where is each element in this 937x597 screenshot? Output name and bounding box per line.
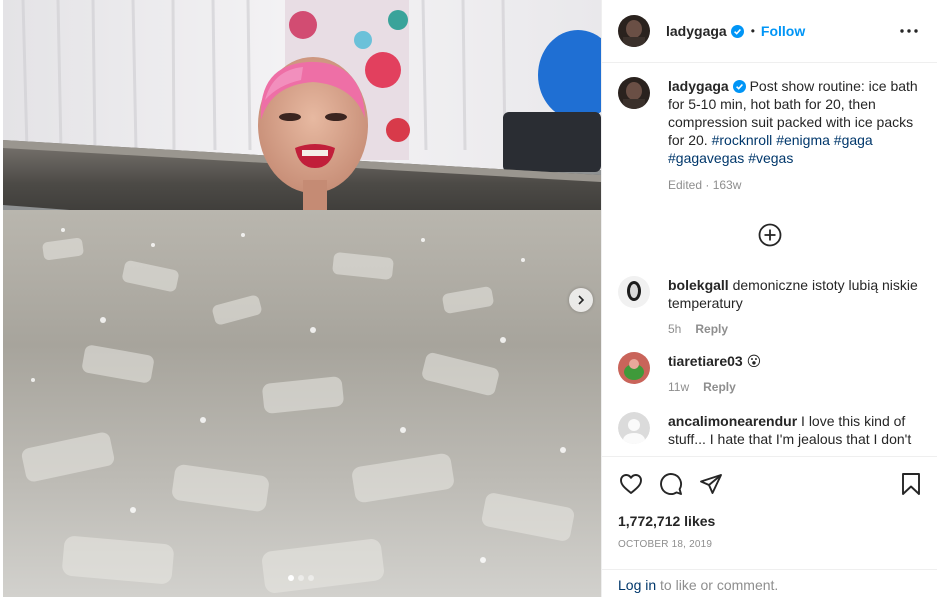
share-button[interactable] [698,471,724,497]
comment-age: 11w [668,380,690,394]
comment-bubble-icon [660,473,682,495]
verified-badge-icon [730,24,744,38]
post-actions: 1,772,712 likes OCTOBER 18, 2019 Log in … [602,456,937,597]
comment-item: ancalimonearendur I love this kind of st… [618,412,922,448]
post-date: OCTOBER 18, 2019 [618,539,713,550]
avatar[interactable] [618,352,650,384]
comment-button[interactable] [658,471,684,497]
load-more-comments-button[interactable] [618,208,922,262]
hashtag-link[interactable]: #rocknroll [712,132,773,148]
post-side-panel: ladygaga • Follow ladygaga Post show rou… [601,0,937,597]
carousel-indicator [288,575,314,581]
comments-list[interactable]: ladygaga Post show routine: ice bath for… [602,63,937,456]
comment-age: 5h [668,322,682,336]
carousel-dot [308,575,314,581]
bookmark-icon [902,473,920,495]
carousel-dot [298,575,304,581]
login-prompt: Log in to like or comment. [602,569,937,597]
avatar[interactable] [618,15,650,47]
login-prompt-text: to like or comment. [656,577,779,593]
action-icons [618,471,924,499]
hashtag-link[interactable]: #vegas [748,150,793,166]
post-photo[interactable] [3,0,601,597]
header-username[interactable]: ladygaga [666,23,727,39]
heart-icon [620,474,642,494]
login-link[interactable]: Log in [618,577,656,593]
carousel-next-button[interactable] [569,288,593,312]
post-header: ladygaga • Follow [602,0,937,63]
comment-item: bolekgall demoniczne istoty lubią niskie… [618,276,922,338]
hashtag-link[interactable]: #enigma [776,132,830,148]
chevron-right-icon [578,295,585,305]
likes-count[interactable]: 1,772,712 likes [618,513,715,529]
hashtag-link[interactable]: #gaga [834,132,873,148]
comment-item: tiaretiare03 😮 11w Reply [618,352,922,396]
reply-button[interactable]: Reply [703,378,736,396]
follow-button[interactable]: Follow [761,23,805,39]
carousel-dot [288,575,294,581]
like-button[interactable] [618,471,644,497]
reply-button[interactable]: Reply [695,320,728,338]
save-button[interactable] [898,471,924,497]
comment-username[interactable]: ancalimonearendur [668,413,797,429]
paper-plane-icon [700,474,722,494]
comment-username[interactable]: tiaretiare03 [668,353,743,369]
caption-meta: Edited · 163w [668,178,742,192]
more-options-button[interactable] [900,22,918,40]
avatar[interactable] [618,412,650,444]
header-separator: • [750,24,755,38]
ice-bath-photo [3,0,601,597]
comment-text: 😮 [746,353,762,369]
avatar[interactable] [618,276,650,308]
caption: ladygaga Post show routine: ice bath for… [618,63,922,194]
avatar[interactable] [618,77,650,109]
caption-username[interactable]: ladygaga [668,78,729,94]
more-horizontal-icon [900,29,918,33]
verified-badge-icon [732,80,746,93]
comment-username[interactable]: bolekgall [668,277,729,293]
circle-plus-icon [758,223,782,247]
hashtag-link[interactable]: #gagavegas [668,150,744,166]
